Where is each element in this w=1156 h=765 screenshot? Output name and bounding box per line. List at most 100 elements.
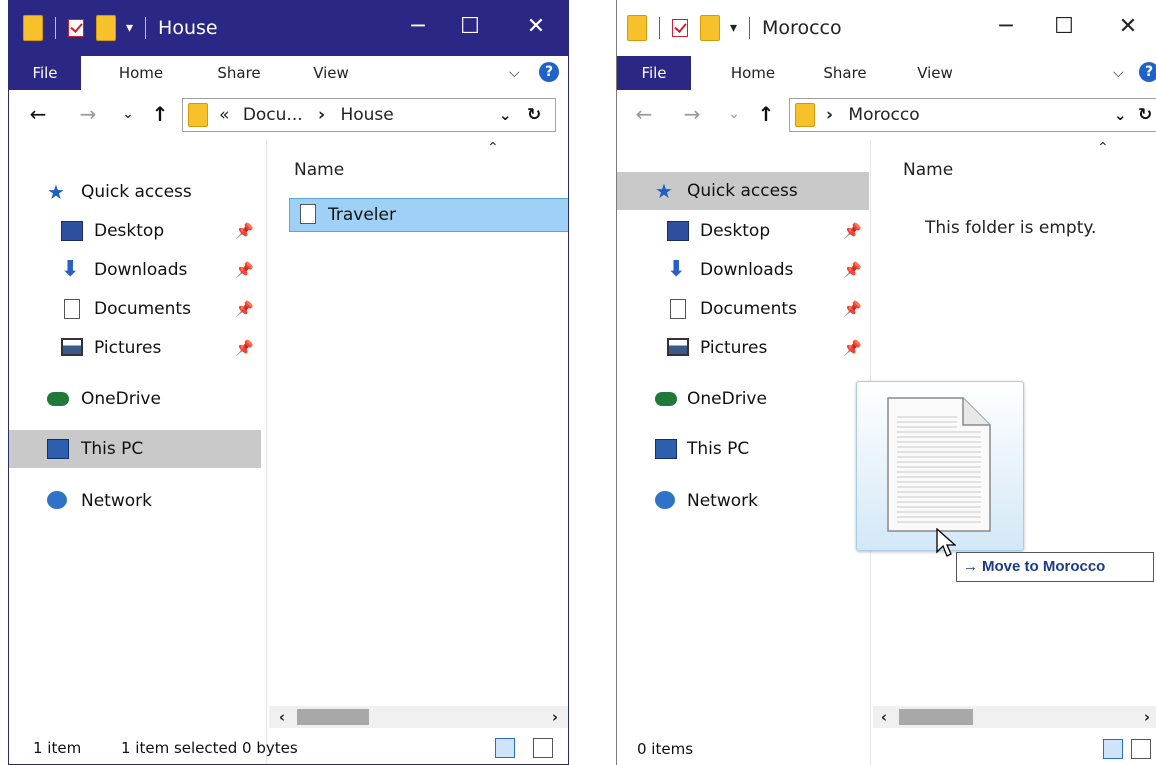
nav-item-documents[interactable]: Documents 📌	[617, 290, 869, 328]
tab-share[interactable]: Share	[207, 56, 271, 90]
address-bar[interactable]: « Docu... › House ⌄ ↻	[182, 98, 556, 132]
address-dropdown-icon[interactable]: ⌄	[1114, 99, 1127, 131]
nav-item-downloads[interactable]: ⬇ Downloads 📌	[9, 251, 261, 289]
breadcrumb-overflow[interactable]: «	[219, 105, 229, 125]
scrollbar-thumb[interactable]	[899, 709, 973, 725]
star-icon: ★	[655, 179, 673, 203]
new-folder-icon[interactable]	[96, 15, 116, 41]
nav-item-this-pc[interactable]: This PC	[9, 430, 261, 468]
large-icons-view-icon[interactable]	[1131, 739, 1151, 759]
address-dropdown-icon[interactable]: ⌄	[499, 99, 512, 131]
nav-item-quick-access[interactable]: ★ Quick access	[9, 173, 261, 211]
back-icon[interactable]: ←	[25, 100, 51, 128]
desktop-icon	[61, 221, 83, 241]
large-icons-view-icon[interactable]	[533, 738, 553, 758]
close-button[interactable]: ✕	[521, 13, 551, 41]
selection-info: 1 item selected 0 bytes	[121, 739, 298, 757]
tab-file[interactable]: File	[9, 56, 81, 90]
help-icon[interactable]: ?	[1139, 62, 1156, 82]
forward-icon[interactable]: →	[679, 100, 705, 128]
onedrive-icon	[47, 392, 69, 406]
close-button[interactable]: ✕	[1113, 13, 1143, 41]
window-title: Morocco	[762, 17, 842, 39]
nav-item-pictures[interactable]: Pictures 📌	[9, 329, 261, 367]
scroll-right-icon[interactable]: ›	[546, 706, 564, 728]
details-view-icon[interactable]	[1103, 739, 1123, 759]
customize-toolbar-icon[interactable]: ▾	[730, 20, 737, 36]
details-view-icon[interactable]	[495, 738, 515, 758]
file-list: Name ⌃ Traveler	[267, 140, 568, 724]
pictures-icon	[667, 338, 689, 356]
back-icon[interactable]: ←	[631, 100, 657, 128]
maximize-button[interactable]: ☐	[1049, 13, 1079, 41]
nav-item-this-pc[interactable]: This PC	[617, 430, 869, 468]
tab-view[interactable]: View	[299, 56, 363, 90]
nav-item-desktop[interactable]: Desktop 📌	[617, 212, 869, 250]
pin-icon: 📌	[843, 339, 862, 357]
tab-home[interactable]: Home	[109, 56, 173, 90]
star-icon: ★	[47, 180, 65, 204]
file-item[interactable]: Traveler	[289, 198, 568, 232]
nav-item-onedrive[interactable]: OneDrive	[617, 380, 869, 418]
refresh-icon[interactable]: ↻	[1138, 99, 1152, 131]
pin-icon: 📌	[235, 300, 254, 318]
nav-item-desktop[interactable]: Desktop 📌	[9, 212, 261, 250]
title-bar[interactable]: ▾ Morocco ─ ☐ ✕	[617, 0, 1156, 56]
navigation-pane: ★ Quick access Desktop 📌 ⬇ Downloads 📌 D…	[617, 140, 869, 765]
recent-locations-icon[interactable]: ⌄	[721, 100, 747, 128]
nav-item-quick-access[interactable]: ★ Quick access	[617, 172, 869, 210]
tab-share[interactable]: Share	[813, 56, 877, 90]
empty-folder-message: This folder is empty.	[925, 218, 1097, 238]
computer-icon	[655, 439, 677, 459]
nav-item-network[interactable]: Network	[9, 482, 261, 520]
drag-tooltip: → Move to Morocco	[956, 552, 1154, 582]
tab-file[interactable]: File	[617, 56, 691, 90]
explorer-window-house: ▾ House ─ ☐ ✕ File Home Share View ⌵ ? ←…	[8, 0, 569, 765]
minimize-button[interactable]: ─	[991, 13, 1021, 41]
horizontal-scrollbar[interactable]: ‹ ›	[269, 706, 568, 728]
pin-icon: 📌	[843, 261, 862, 279]
tab-home[interactable]: Home	[721, 56, 785, 90]
breadcrumb-morocco[interactable]: Morocco	[848, 105, 919, 125]
nav-item-onedrive[interactable]: OneDrive	[9, 380, 261, 418]
pin-icon: 📌	[235, 261, 254, 279]
nav-item-documents[interactable]: Documents 📌	[9, 290, 261, 328]
customize-toolbar-icon[interactable]: ▾	[126, 20, 133, 36]
new-folder-icon[interactable]	[700, 15, 720, 41]
scroll-left-icon[interactable]: ‹	[273, 706, 291, 728]
nav-label: Network	[81, 491, 152, 511]
up-icon[interactable]: ↑	[753, 100, 779, 128]
nav-label: Quick access	[81, 182, 192, 202]
computer-icon	[47, 439, 69, 459]
maximize-button[interactable]: ☐	[455, 13, 485, 41]
pin-icon: 📌	[843, 300, 862, 318]
breadcrumb-house[interactable]: House	[340, 105, 393, 125]
refresh-icon[interactable]: ↻	[527, 99, 541, 131]
expand-ribbon-icon[interactable]: ⌵	[509, 56, 520, 90]
expand-ribbon-icon[interactable]: ⌵	[1113, 56, 1124, 90]
nav-item-pictures[interactable]: Pictures 📌	[617, 329, 869, 367]
forward-icon[interactable]: →	[75, 100, 101, 128]
nav-item-network[interactable]: Network	[617, 482, 869, 520]
up-icon[interactable]: ↑	[147, 100, 173, 128]
nav-item-downloads[interactable]: ⬇ Downloads 📌	[617, 251, 869, 289]
horizontal-scrollbar[interactable]: ‹ ›	[873, 706, 1156, 728]
recent-locations-icon[interactable]: ⌄	[115, 100, 141, 128]
minimize-button[interactable]: ─	[403, 13, 433, 41]
address-bar[interactable]: › Morocco ⌄ ↻	[789, 98, 1156, 132]
help-icon[interactable]: ?	[539, 62, 559, 82]
folder-icon	[795, 103, 815, 127]
tab-view[interactable]: View	[903, 56, 967, 90]
properties-icon[interactable]	[68, 19, 84, 37]
scroll-right-icon[interactable]: ›	[1138, 706, 1156, 728]
scroll-left-icon[interactable]: ‹	[875, 706, 893, 728]
document-icon	[300, 204, 316, 224]
navigation-bar: ← → ⌄ ↑ « Docu... › House ⌄ ↻	[9, 90, 568, 140]
nav-label: Downloads	[94, 260, 188, 280]
scrollbar-thumb[interactable]	[297, 709, 369, 725]
properties-icon[interactable]	[672, 19, 688, 37]
column-header-name[interactable]: Name	[903, 160, 953, 180]
column-header-name[interactable]: Name	[294, 160, 344, 180]
breadcrumb-documents[interactable]: Docu...	[243, 105, 303, 125]
title-bar[interactable]: ▾ House ─ ☐ ✕	[9, 0, 568, 56]
